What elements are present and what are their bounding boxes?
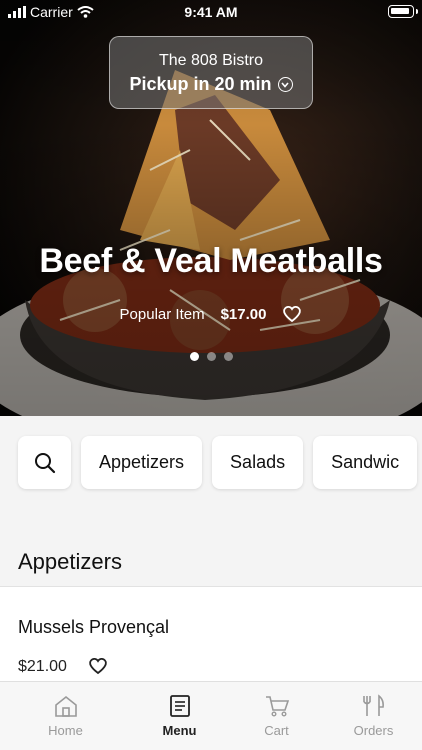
- tab-cart[interactable]: Cart: [228, 682, 325, 750]
- search-button[interactable]: [18, 436, 71, 489]
- orders-icon: [362, 694, 384, 716]
- category-chips[interactable]: Appetizers Salads Sandwic: [18, 436, 418, 489]
- menu-item[interactable]: Mussels Provençal $21.00: [0, 587, 422, 687]
- menu-item-name: Mussels Provençal: [18, 617, 170, 637]
- search-icon: [34, 452, 55, 473]
- pickup-location-selector[interactable]: The 808 Bistro Pickup in 20 min: [109, 36, 313, 109]
- restaurant-name: The 808 Bistro: [158, 52, 264, 69]
- tab-cart-label: Cart: [264, 723, 289, 738]
- featured-item-price: $17.00: [220, 305, 267, 323]
- tab-home[interactable]: Home: [0, 682, 131, 750]
- page-dot-2[interactable]: [206, 352, 216, 361]
- page-dot-3[interactable]: [223, 352, 233, 361]
- category-chip-sandwiches[interactable]: Sandwic: [313, 436, 418, 489]
- heart-icon[interactable]: [282, 305, 302, 323]
- carousel-page-indicator[interactable]: [0, 352, 422, 361]
- tab-orders[interactable]: Orders: [325, 682, 422, 750]
- battery-icon: [388, 5, 414, 18]
- status-bar: Carrier 9:41 AM: [0, 0, 422, 24]
- section-title: Appetizers: [18, 549, 122, 574]
- hero-banner[interactable]: Carrier 9:41 AM The 808 Bistro Pickup in…: [0, 0, 422, 416]
- pickup-time: Pickup in 20 min: [129, 74, 272, 94]
- menu-icon: [169, 695, 190, 717]
- tab-home-label: Home: [48, 723, 83, 738]
- heart-icon[interactable]: [88, 657, 108, 675]
- tab-bar: Home Menu Cart Orders: [0, 681, 422, 750]
- page-dot-1[interactable]: [189, 352, 199, 361]
- featured-item-tag: Popular Item: [119, 305, 205, 323]
- featured-item-title: Beef & Veal Meatballs: [39, 242, 383, 280]
- category-chip-salads[interactable]: Salads: [212, 436, 304, 489]
- clock: 9:41 AM: [184, 4, 238, 20]
- tab-menu-label: Menu: [162, 723, 197, 738]
- tab-menu[interactable]: Menu: [131, 682, 228, 750]
- menu-item-price: $21.00: [18, 658, 67, 675]
- home-icon: [54, 695, 77, 717]
- cart-icon: [265, 696, 289, 717]
- category-chip-appetizers[interactable]: Appetizers: [81, 436, 203, 489]
- tab-orders-label: Orders: [353, 723, 394, 738]
- chevron-down-icon: [277, 77, 293, 92]
